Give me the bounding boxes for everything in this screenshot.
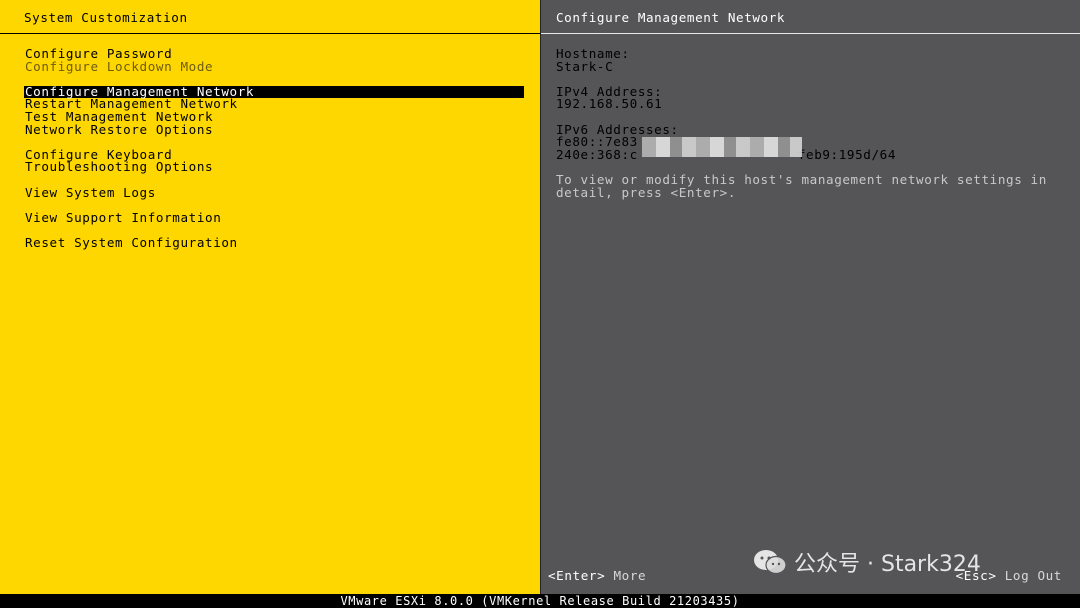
menu-group: Reset System Configuration: [24, 236, 524, 250]
right-divider: [541, 33, 1080, 34]
hostname-label: Hostname:: [556, 46, 630, 61]
ipv6-line-2: 240e:368:c feb9:195d/64: [556, 146, 1066, 162]
menu-item-view-support-information[interactable]: View Support Information: [24, 211, 524, 225]
ipv6-line-2-suffix: feb9:195d/64: [797, 146, 897, 162]
menu-item-troubleshooting-options[interactable]: Troubleshooting Options: [24, 161, 524, 174]
menu-item-network-restore-options[interactable]: Network Restore Options: [24, 123, 524, 137]
enter-key-label: <Enter>: [548, 568, 606, 583]
ipv6-line-2-prefix: 240e:368:c: [556, 146, 638, 162]
logout-action[interactable]: <Esc> Log Out: [956, 568, 1062, 583]
network-details: Hostname: Stark-C IPv4 Address: 192.168.…: [556, 46, 1066, 212]
menu-group: Configure Password Configure Lockdown Mod…: [24, 47, 524, 74]
ipv4-value: 192.168.50.61: [556, 96, 663, 112]
menu-group: Configure Management Network Restart Mana…: [24, 85, 524, 137]
more-label: More: [613, 568, 647, 583]
ipv6-field: IPv6 Addresses: fe80::7e83 240e:368:c feb…: [556, 123, 1066, 162]
customization-menu: Configure Password Configure Lockdown Mod…: [24, 47, 524, 262]
wechat-icon: [752, 548, 788, 576]
menu-item-reset-system-configuration[interactable]: Reset System Configuration: [24, 236, 524, 250]
menu-group: Configure Keyboard Troubleshooting Option…: [24, 148, 524, 174]
ipv4-field: IPv4 Address: 192.168.50.61: [556, 85, 1066, 112]
watermark: 公众号 · Stark324: [752, 546, 981, 578]
left-panel-title: System Customization: [24, 10, 188, 25]
menu-item-view-system-logs[interactable]: View System Logs: [24, 186, 524, 200]
hint-text: To view or modify this host's management…: [556, 173, 1066, 200]
hint-line-2: detail, press <Enter>.: [556, 184, 737, 200]
more-action[interactable]: <Enter> More: [548, 568, 646, 583]
right-panel-title: Configure Management Network: [556, 10, 786, 25]
menu-item-configure-lockdown-mode[interactable]: Configure Lockdown Mode: [24, 60, 524, 74]
esc-key-label: <Esc>: [955, 568, 997, 583]
watermark-text: 公众号 · Stark324: [794, 552, 981, 577]
menu-group: View Support Information: [24, 211, 524, 225]
footer-version-bar: VMware ESXi 8.0.0 (VMKernel Release Buil…: [0, 594, 1080, 608]
hostname-value: Stark-C: [556, 58, 614, 74]
menu-group: View System Logs: [24, 186, 524, 200]
left-divider: [0, 33, 540, 34]
hostname-field: Hostname: Stark-C: [556, 46, 1066, 74]
logout-label: Log Out: [1004, 568, 1062, 583]
redaction-mosaic: [642, 136, 802, 157]
